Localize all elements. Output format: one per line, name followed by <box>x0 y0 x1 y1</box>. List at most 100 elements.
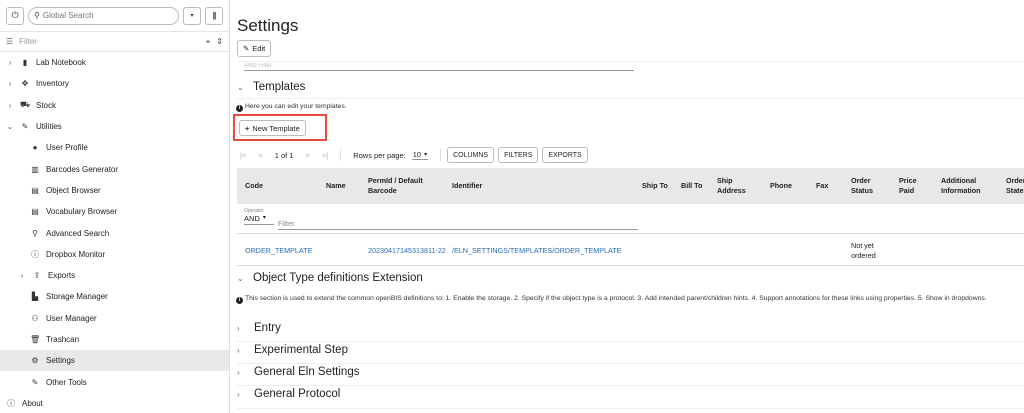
sidebar-item-dropbox-monitor[interactable]: ⓘ Dropbox Monitor <box>0 244 229 265</box>
sidebar-item-user-manager[interactable]: ⚇ User Manager <box>0 308 229 329</box>
global-search[interactable]: ⚲ <box>28 6 179 25</box>
column-header-permid[interactable]: PermId / Default Barcode <box>368 168 440 204</box>
table-filter-input[interactable]: Filter <box>278 219 638 230</box>
cell-code[interactable]: ORDER_TEMPLATE <box>245 236 325 266</box>
sidebar-item-label: Vocabulary Browser <box>46 207 118 217</box>
global-search-input[interactable] <box>42 11 173 20</box>
next-page-icon[interactable]: > <box>305 151 309 160</box>
templates-info: i Here you can edit your templates. <box>236 102 347 112</box>
sidebar-item-exports[interactable]: › ⇪ Exports <box>0 265 229 286</box>
sidebar-item-label: Barcodes Generator <box>46 164 119 174</box>
chevron-right-icon[interactable]: › <box>6 58 14 67</box>
user-icon: ● <box>32 143 38 153</box>
column-header-code[interactable]: Code <box>245 168 315 204</box>
exports-button[interactable]: EXPORTS <box>542 147 588 163</box>
column-header-order-status[interactable]: Order Status <box>851 168 889 204</box>
column-header-order-state[interactable]: Order State <box>1006 168 1024 204</box>
ext-item-entry[interactable]: › Entry <box>237 322 281 334</box>
ext-item-general-protocol[interactable]: › General Protocol <box>237 388 340 400</box>
chevron-down-icon[interactable]: ⌄ <box>6 122 14 131</box>
sidebar-item-utilities[interactable]: ⌄ ✎ Utilities <box>0 116 229 137</box>
chevron-right-icon: › <box>237 345 240 355</box>
chevron-right-icon[interactable]: › <box>18 271 26 280</box>
locate-icon[interactable]: ⌖ <box>206 37 211 47</box>
sidebar-filter-input[interactable]: Filter <box>19 37 200 46</box>
sidebar-item-label: Advanced Search <box>46 228 110 238</box>
sidebar-item-trashcan[interactable]: 🗑︎ Trashcan <box>0 329 229 350</box>
ext-item-label: General Protocol <box>254 388 341 400</box>
new-template-label: New Template <box>252 123 300 133</box>
filters-button[interactable]: FILTERS <box>498 147 539 163</box>
sidebar-item-object-browser[interactable]: ▤ Object Browser <box>0 180 229 201</box>
sidebar-item-label: Trashcan <box>46 335 80 344</box>
column-header-phone[interactable]: Phone <box>770 168 810 204</box>
chevron-right-icon[interactable]: › <box>6 101 14 110</box>
edit-button[interactable]: ✎ Edit <box>237 40 272 57</box>
sidebar-item-advanced-search[interactable]: ⚲ Advanced Search <box>0 222 229 243</box>
column-header-ship-address[interactable]: Ship Address <box>717 168 757 204</box>
cell-permid[interactable]: 20230417145313811-22 <box>368 236 446 266</box>
column-header-additional-information[interactable]: Additional Information <box>941 168 999 204</box>
extension-section-header[interactable]: ⌄ Object Type definitions Extension <box>237 272 423 284</box>
operator-select[interactable]: Operator AND ▾ <box>244 208 274 225</box>
column-header-bill-to[interactable]: Bill To <box>681 168 705 204</box>
sidebar-topbar: ⏻ ⚲ ▾ ||| <box>0 0 229 32</box>
ext-item-label: Entry <box>254 322 281 334</box>
prev-page-icon[interactable]: < <box>258 151 262 160</box>
last-page-icon[interactable]: >| <box>322 151 328 160</box>
templates-heading: Templates <box>253 81 306 93</box>
operator-value: AND <box>244 214 260 223</box>
plus-icon: + <box>245 123 250 133</box>
columns-button[interactable]: COLUMNS <box>447 147 495 163</box>
filter-icon: ☰ <box>6 37 14 46</box>
templates-section-header[interactable]: ⌄ Templates <box>237 81 305 93</box>
sidebar-item-storage-manager[interactable]: ▙ Storage Manager <box>0 286 229 307</box>
ext-item-label: General Eln Settings <box>254 366 360 378</box>
caret-down-icon: ▾ <box>262 215 266 221</box>
extension-info: i This section is used to extend the comm… <box>236 294 1020 304</box>
chevron-down-icon: ⌄ <box>237 273 244 283</box>
column-header-identifier[interactable]: Identifier <box>452 168 532 204</box>
ext-item-general-eln-settings[interactable]: › General Eln Settings <box>237 366 359 378</box>
edit-icon: ✎ <box>243 44 250 53</box>
trash-icon: 🗑︎ <box>30 335 41 344</box>
search-options-button[interactable]: ▾ <box>183 6 201 25</box>
sidebar-item-about[interactable]: ⓘ About <box>0 393 229 413</box>
collapse-all-icon[interactable]: ⇕ <box>216 37 223 46</box>
column-header-name[interactable]: Name <box>326 168 366 204</box>
cell-identifier[interactable]: /ELN_SETTINGS/TEMPLATES/ORDER_TEMPLATE <box>452 236 642 266</box>
sidebar-item-stock[interactable]: › ⛟ Stock <box>0 95 229 116</box>
chevron-right-icon: › <box>237 389 240 399</box>
rows-per-page-select[interactable]: 10 ▾ <box>411 150 429 160</box>
sidebar-item-other-tools[interactable]: ✎ Other Tools <box>0 371 229 392</box>
column-header-ship-to[interactable]: Ship To <box>642 168 668 204</box>
table-row[interactable]: ORDER_TEMPLATE 20230417145313811-22 /ELN… <box>237 236 1024 266</box>
extension-heading: Object Type definitions Extension <box>253 272 423 284</box>
rows-per-page-label: Rows per page: <box>353 150 406 160</box>
divider <box>237 385 1024 386</box>
chevron-down-icon: ⌄ <box>237 82 244 92</box>
sidebar-item-barcodes-generator[interactable]: ▥ Barcodes Generator <box>0 158 229 179</box>
sidebar: ⏻ ⚲ ▾ ||| ☰ Filter ⌖ ⇕ › ▮ Lab Notebook … <box>0 0 230 413</box>
sidebar-item-label: About <box>22 398 43 408</box>
edit-button-label: Edit <box>252 44 266 53</box>
scrolled-filter-row: AND Filter <box>244 63 634 71</box>
divider <box>237 61 1024 62</box>
sidebar-item-vocabulary-browser[interactable]: ▤ Vocabulary Browser <box>0 201 229 222</box>
sidebar-item-user-profile[interactable]: ● User Profile <box>0 137 229 158</box>
ext-item-experimental-step[interactable]: › Experimental Step <box>237 344 348 356</box>
rows-per-page-value: 10 <box>412 150 422 159</box>
column-header-price-paid[interactable]: Price Paid <box>899 168 929 204</box>
templates-info-text: Here you can edit your templates. <box>245 103 347 110</box>
new-template-button[interactable]: + New Template <box>239 120 306 136</box>
wrench-icon: ✎ <box>21 122 29 132</box>
power-button[interactable]: ⏻ <box>6 6 24 25</box>
sidebar-item-label: Storage Manager <box>46 292 108 302</box>
first-page-icon[interactable]: |< <box>240 151 246 160</box>
chevron-right-icon[interactable]: › <box>6 79 14 88</box>
column-header-fax[interactable]: Fax <box>816 168 846 204</box>
barcode-button[interactable]: ||| <box>205 6 223 25</box>
sidebar-item-lab-notebook[interactable]: › ▮ Lab Notebook <box>0 52 229 73</box>
sidebar-item-inventory[interactable]: › ✥ Inventory <box>0 73 229 94</box>
sidebar-item-settings[interactable]: ⚙ Settings <box>0 350 229 372</box>
